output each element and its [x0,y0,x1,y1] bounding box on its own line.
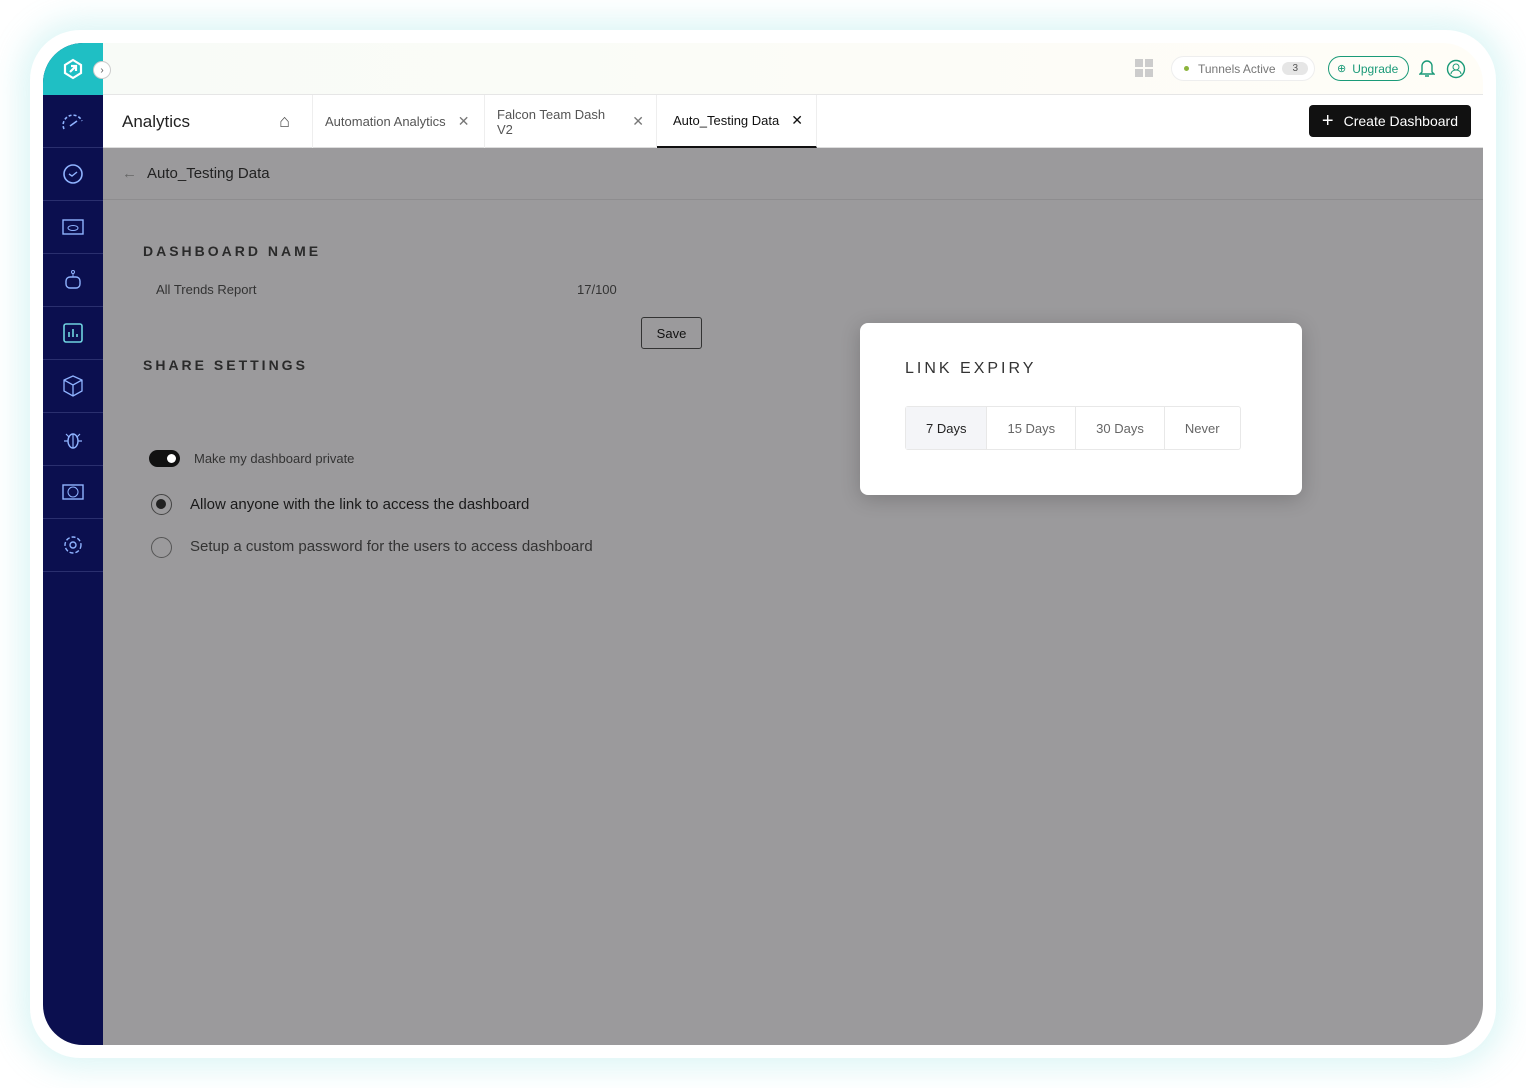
sidebar-item-web-preview[interactable] [43,201,103,254]
history-icon [63,164,83,184]
radio-custom-password-label: Setup a custom password for the users to… [190,538,593,555]
sidebar-item-dashboard[interactable] [43,95,103,148]
sidebar-item-bug[interactable] [43,413,103,466]
settings-icon [64,536,82,554]
radio-custom-password[interactable] [151,537,172,558]
expiry-option-15-days[interactable]: 15 Days [987,407,1077,449]
expiry-option-30-days[interactable]: 30 Days [1076,407,1165,449]
expiry-option-7-days[interactable]: 7 Days [906,407,988,449]
back-arrow-icon[interactable]: ← [122,165,137,182]
radio-allow-link-label: Allow anyone with the link to access the… [190,496,530,513]
app-window: › Tunnels Active 3 ⊕ Upgrade Analytics ⌂ A… [43,43,1483,1045]
close-icon[interactable]: ✕ [632,113,644,130]
upgrade-button[interactable]: ⊕ Upgrade [1328,56,1409,81]
dashboard-name-input[interactable]: All Trends Report [156,282,256,297]
bug-icon [64,433,82,449]
tab-label: Auto_Testing Data [673,113,780,128]
plus-icon: + [1321,109,1334,132]
breadcrumb-title: Auto_Testing Data [147,165,270,182]
sidebar-item-visual-compare[interactable] [43,466,103,519]
char-counter: 17/100 [577,282,617,297]
link-expiry-popup: LINK EXPIRY 7 Days 15 Days 30 Days Never [860,323,1302,495]
status-dot-icon [1184,66,1189,71]
top-bar: Tunnels Active 3 ⊕ Upgrade [103,43,1483,95]
upgrade-label: Upgrade [1352,61,1399,76]
create-dashboard-button[interactable]: + Create Dashboard [1308,105,1471,137]
tab-bar: Analytics ⌂ Automation Analytics ✕ Falcon … [103,95,1483,148]
close-icon[interactable]: ✕ [791,112,803,129]
close-icon[interactable]: ✕ [458,113,470,130]
sidebar-item-settings[interactable] [43,519,103,572]
link-expiry-heading: LINK EXPIRY [905,360,1037,377]
home-icon[interactable]: ⌂ [279,111,290,132]
analytics-icon [63,323,83,343]
radio-allow-link[interactable] [151,494,172,515]
tab-falcon-team-dash[interactable]: Falcon Team Dash V2 ✕ [485,95,657,148]
user-avatar-icon[interactable] [1446,59,1466,79]
package-icon [63,375,83,397]
tunnels-status[interactable]: Tunnels Active 3 [1171,56,1315,81]
save-button[interactable]: Save [641,317,702,349]
page-title: Analytics [122,111,191,131]
robot-icon [65,270,81,289]
expiry-option-never[interactable]: Never [1165,407,1240,449]
dashboard-name-heading: DASHBOARD NAME [143,243,322,259]
sidebar-item-history[interactable] [43,148,103,201]
tunnels-label: Tunnels Active [1198,61,1276,76]
sidebar-item-analytics[interactable] [43,307,103,360]
analytics-home-tab[interactable]: Analytics ⌂ [103,95,313,148]
logo-icon [63,58,83,80]
link-expiry-options: 7 Days 15 Days 30 Days Never [905,406,1241,450]
visual-compare-icon [62,484,84,500]
sidebar-item-robot[interactable] [43,254,103,307]
web-preview-icon [62,219,84,235]
dashboard-icon [62,114,83,130]
tab-auto-testing-data[interactable]: Auto_Testing Data ✕ [657,95,817,148]
upgrade-icon: ⊕ [1337,63,1347,75]
tab-label: Falcon Team Dash V2 [497,106,606,137]
content-overlay: ← Auto_Testing Data DASHBOARD NAME All Tr… [103,148,1483,1045]
private-toggle[interactable] [149,450,180,467]
private-toggle-label: Make my dashboard private [194,451,355,466]
tab-label: Automation Analytics [325,114,446,129]
create-dashboard-label: Create Dashboard [1343,113,1458,129]
sidebar [43,43,103,1045]
bell-icon[interactable] [1419,58,1435,78]
tunnels-count-badge: 3 [1282,62,1308,75]
share-settings-heading: SHARE SETTINGS [143,357,308,373]
sidebar-item-package[interactable] [43,360,103,413]
tab-automation-analytics[interactable]: Automation Analytics ✕ [313,95,485,148]
apps-grid-icon[interactable] [1135,59,1153,77]
breadcrumb: ← Auto_Testing Data [103,148,1483,200]
expand-sidebar-button[interactable]: › [93,61,111,79]
